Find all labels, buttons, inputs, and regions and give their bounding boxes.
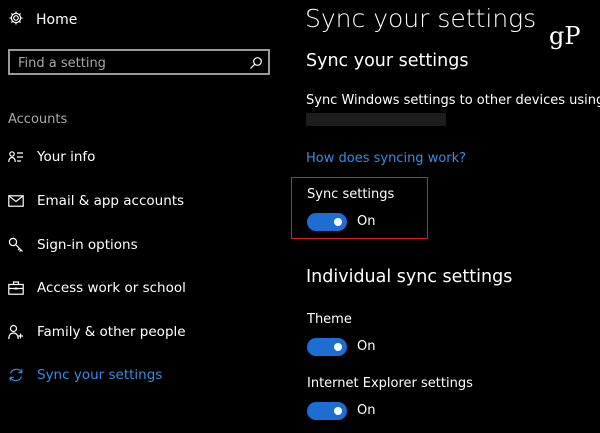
envelope-icon [6, 191, 26, 211]
sync-icon [6, 365, 26, 385]
key-icon [6, 235, 26, 255]
individual-sync-heading: Individual sync settings [306, 267, 513, 287]
sidebar-item-label: Sync your settings [37, 367, 163, 383]
theme-toggle[interactable] [307, 338, 347, 356]
home-nav-item[interactable]: Home [8, 8, 188, 32]
toggle-knob [334, 218, 342, 226]
sidebar-item-your-info[interactable]: Your info [6, 144, 286, 170]
sync-settings-toggle[interactable] [307, 213, 347, 231]
ie-settings-state: On [357, 403, 376, 418]
gear-icon [8, 10, 24, 30]
ie-settings-toggle[interactable] [307, 402, 347, 420]
sidebar-item-label: Your info [37, 149, 96, 165]
sidebar-item-label: Access work or school [37, 280, 186, 296]
search-icon[interactable] [249, 55, 263, 74]
sync-settings-label: Sync settings [307, 187, 395, 202]
sync-description: Sync Windows settings to other devices u… [306, 93, 600, 108]
sidebar-item-access-work-school[interactable]: Access work or school [6, 275, 286, 301]
search-box[interactable] [8, 49, 270, 75]
theme-label: Theme [307, 312, 352, 327]
page-title: Sync your settings [305, 4, 537, 33]
ie-settings-label: Internet Explorer settings [307, 376, 473, 391]
toggle-knob [334, 343, 342, 351]
sidebar-item-label: Email & app accounts [37, 193, 185, 209]
toggle-knob [334, 407, 342, 415]
sidebar-item-family-other-people[interactable]: Family & other people [6, 319, 286, 345]
person-add-icon [6, 322, 26, 342]
sidebar-item-label: Sign-in options [37, 237, 138, 253]
accounts-heading: Accounts [8, 112, 68, 127]
redacted-account [306, 113, 446, 126]
home-label: Home [36, 12, 78, 28]
briefcase-icon [6, 278, 26, 298]
search-input[interactable] [18, 54, 238, 72]
sync-settings-state: On [357, 214, 376, 229]
section-heading: Sync your settings [306, 51, 469, 71]
sidebar-item-email-app-accounts[interactable]: Email & app accounts [6, 188, 286, 214]
theme-state: On [357, 339, 376, 354]
person-card-icon [6, 147, 26, 167]
sidebar-item-sign-in-options[interactable]: Sign-in options [6, 232, 286, 258]
sidebar-item-sync-your-settings[interactable]: Sync your settings [6, 362, 286, 388]
sidebar-item-label: Family & other people [37, 324, 186, 340]
how-syncing-works-link[interactable]: How does syncing work? [306, 151, 466, 166]
gp-watermark-logo: gP [549, 22, 581, 50]
